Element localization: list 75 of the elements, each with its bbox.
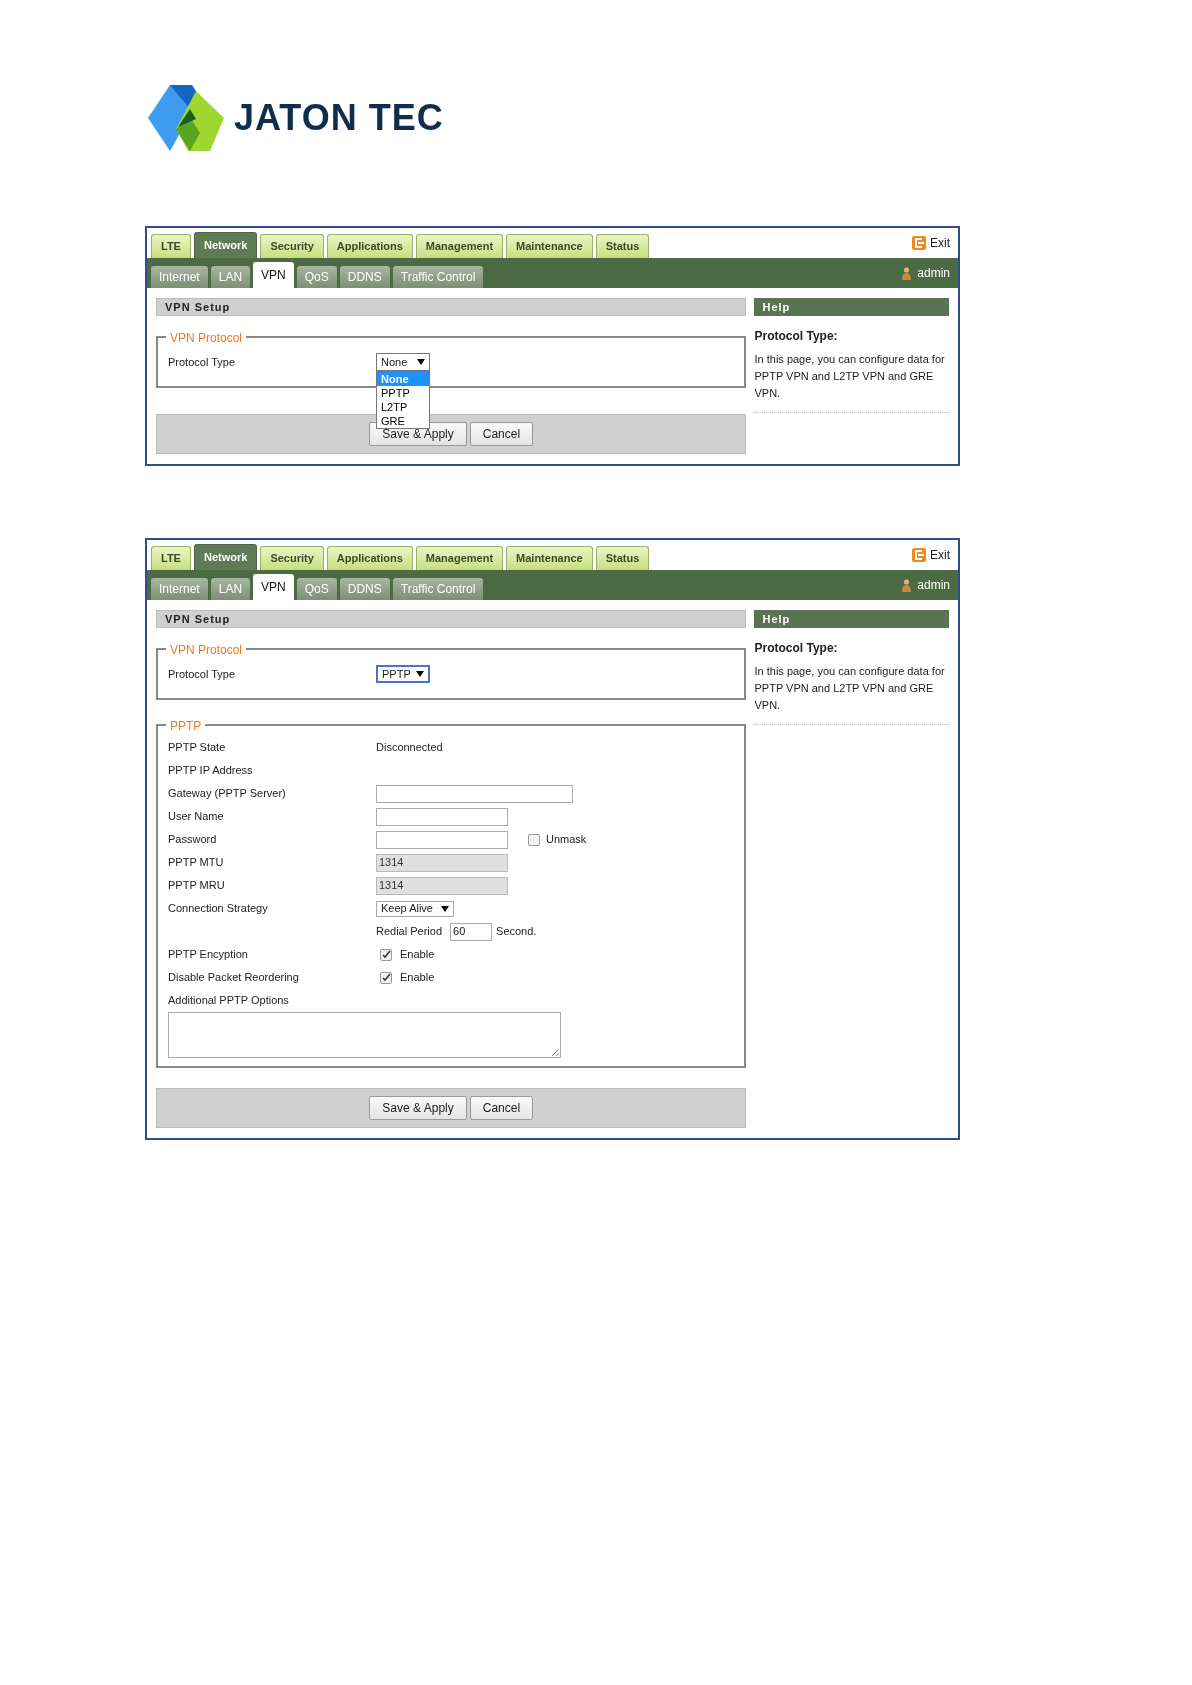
options-textarea[interactable] — [168, 1011, 561, 1058]
field-label: Additional PPTP Options — [168, 993, 290, 1008]
cancel-button[interactable]: Cancel — [469, 1095, 534, 1120]
main-tab[interactable]: Management — [415, 234, 504, 258]
text-field[interactable] — [376, 807, 508, 826]
main-tab[interactable]: Network — [193, 232, 258, 258]
help-heading: Protocol Type: — [754, 640, 839, 657]
help-heading: Protocol Type: — [754, 328, 839, 345]
main-tab[interactable]: LTE — [151, 234, 191, 258]
help-text: In this page, you can configure data for PPTP VPN and L2TP VPN and GRE VPN. — [754, 351, 949, 413]
main-tab[interactable]: Status — [595, 234, 650, 258]
help-text: In this page, you can configure data for PPTP VPN and L2TP VPN and GRE VPN. — [754, 663, 949, 725]
protocol-select[interactable]: PPTP — [376, 665, 430, 683]
checkbox-label: Enable — [400, 947, 435, 963]
field-value: Disconnected — [376, 740, 443, 756]
logo-text: JATON TEC — [234, 96, 444, 140]
main-tab[interactable]: Maintenance — [506, 234, 593, 258]
checkbox[interactable] — [528, 833, 540, 846]
field-label: Password — [168, 832, 218, 848]
field-label: PPTP MRU — [168, 878, 226, 894]
user-icon — [902, 266, 912, 280]
exit-icon — [912, 548, 926, 562]
cancel-button[interactable]: Cancel — [469, 422, 534, 446]
field-label: PPTP State — [168, 740, 227, 756]
main-tab[interactable]: Security — [260, 234, 324, 258]
strategy-select[interactable]: Keep Alive — [376, 900, 454, 917]
caret-icon — [417, 359, 425, 365]
section-header: VPN Setup — [156, 610, 747, 628]
main-tab[interactable]: Status — [595, 546, 650, 570]
main-tab[interactable]: Maintenance — [506, 546, 593, 570]
field-label: User Name — [168, 809, 225, 825]
dropdown-option[interactable]: L2TP — [377, 400, 429, 414]
main-tab[interactable]: Network — [193, 544, 258, 570]
field-label: Gateway (PPTP Server) — [168, 786, 287, 802]
checkbox[interactable] — [380, 948, 392, 961]
field-label: Redial Period — [376, 924, 443, 940]
save-apply-button[interactable]: Save & Apply — [369, 1095, 467, 1120]
checkbox-label: Enable — [400, 970, 435, 986]
dropdown-option[interactable]: PPTP — [377, 386, 429, 400]
field-label: Connection Strategy — [168, 901, 269, 917]
text-field[interactable] — [376, 784, 573, 803]
user-icon — [902, 578, 912, 592]
text-field[interactable]: 60 — [450, 922, 493, 941]
protocol-select[interactable]: None — [376, 353, 430, 371]
main-tab[interactable]: Applications — [326, 546, 413, 570]
sub-tab[interactable]: VPN — [253, 574, 294, 600]
logo-icon — [148, 85, 224, 151]
user-name: admin — [917, 577, 950, 594]
caret-icon — [416, 671, 424, 677]
resize-grip-icon — [552, 1048, 559, 1056]
checkbox-label: Unmask — [546, 832, 587, 848]
field-label: Protocol Type — [168, 666, 237, 682]
section-header: VPN Setup — [156, 298, 747, 316]
caret-icon — [441, 905, 449, 912]
help-header: Help — [754, 298, 949, 316]
help-header: Help — [754, 610, 949, 628]
field-label: Disable Packet Reordering — [168, 970, 300, 986]
exit-link[interactable]: Exit — [930, 234, 950, 252]
main-tab[interactable]: Security — [260, 546, 324, 570]
checkbox[interactable] — [380, 971, 392, 984]
unit-label: Second. — [496, 924, 537, 940]
sub-tab[interactable]: VPN — [253, 262, 294, 288]
field-label: PPTP IP Address — [168, 763, 254, 779]
exit-link[interactable]: Exit — [930, 546, 950, 564]
check-icon — [381, 973, 391, 982]
field-label: PPTP MTU — [168, 855, 225, 871]
check-icon — [381, 950, 391, 959]
password-field[interactable] — [376, 830, 508, 849]
user-name: admin — [917, 265, 950, 282]
main-tab[interactable]: LTE — [151, 546, 191, 570]
main-tab[interactable]: Management — [415, 546, 504, 570]
main-tab[interactable]: Applications — [326, 234, 413, 258]
field-label: PPTP Encyption — [168, 947, 249, 963]
exit-icon — [912, 236, 926, 250]
field-label: Protocol Type — [168, 354, 237, 370]
